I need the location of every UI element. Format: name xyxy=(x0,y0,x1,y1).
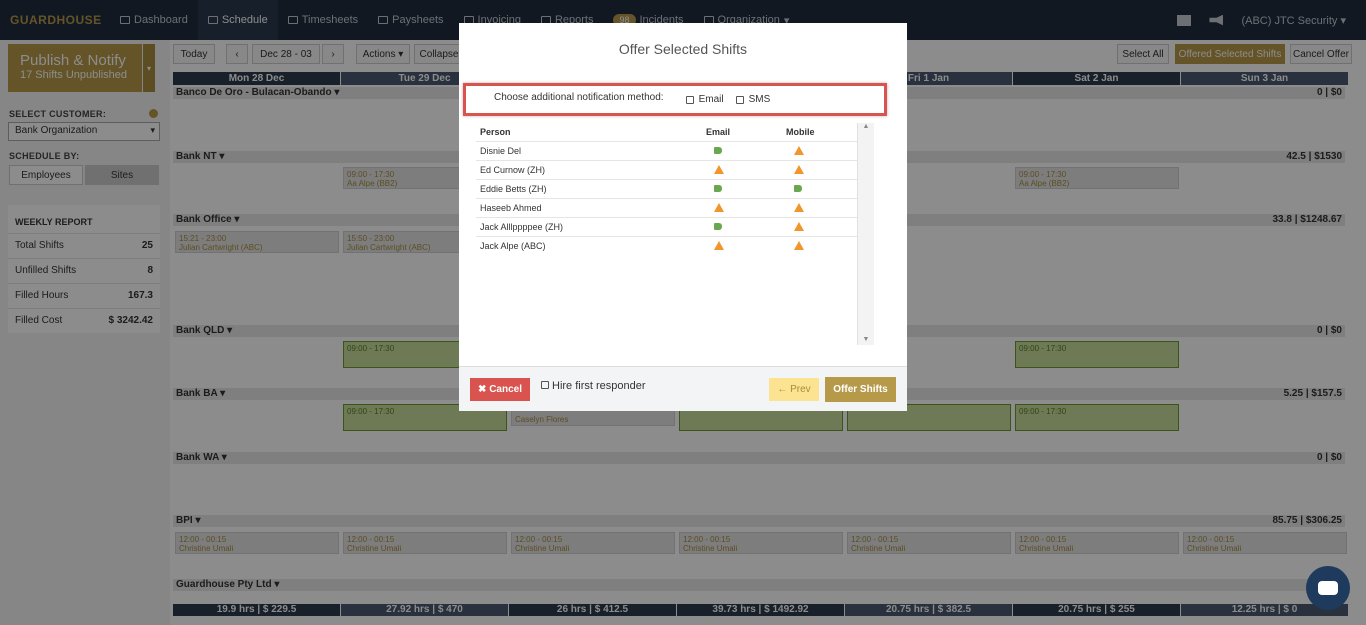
hire-first-label: Hire first responder xyxy=(552,380,646,392)
warning-icon xyxy=(794,165,804,174)
warning-icon xyxy=(714,241,724,250)
warning-icon xyxy=(794,222,804,231)
thumbs-up-icon xyxy=(714,223,722,230)
sms-checkbox[interactable] xyxy=(735,95,744,104)
scroll-up-icon[interactable]: ▲ xyxy=(858,123,874,130)
warning-icon xyxy=(714,203,724,212)
email-option-label: Email xyxy=(698,94,724,105)
table-row[interactable]: Ed Curnow (ZH) xyxy=(476,161,872,180)
person-name: Disnie Del xyxy=(480,146,522,156)
warning-icon xyxy=(794,146,804,155)
cancel-label: Cancel xyxy=(489,384,522,395)
sms-option-label: SMS xyxy=(748,94,771,105)
table-row[interactable]: Haseeb Ahmed xyxy=(476,199,872,218)
prev-button[interactable]: ← Prev xyxy=(769,378,819,401)
offer-shifts-button[interactable]: Offer Shifts xyxy=(825,377,896,402)
hire-first-responder[interactable]: Hire first responder xyxy=(541,380,646,392)
thumbs-up-icon xyxy=(714,185,722,192)
person-name: Eddie Betts (ZH) xyxy=(480,184,547,194)
person-name: Jack Alllppppee (ZH) xyxy=(480,222,564,232)
modal-footer: ✖ Cancel Hire first responder ← Prev Off… xyxy=(459,366,907,411)
col-person: Person xyxy=(480,127,511,137)
close-icon: ✖ xyxy=(478,384,490,395)
table-row[interactable]: Jack Alpe (ABC) xyxy=(476,237,872,256)
chat-icon xyxy=(1318,581,1338,595)
warning-icon xyxy=(714,165,724,174)
notify-label: Choose additional notification method: xyxy=(494,92,664,103)
table-row[interactable]: Jack Alllppppee (ZH) xyxy=(476,218,872,237)
table-row[interactable]: Eddie Betts (ZH) xyxy=(476,180,872,199)
warning-icon xyxy=(794,203,804,212)
table-row[interactable]: Disnie Del xyxy=(476,142,872,161)
person-name: Ed Curnow (ZH) xyxy=(480,165,546,175)
col-email: Email xyxy=(706,127,731,137)
prev-label: Prev xyxy=(790,384,811,395)
thumbs-up-icon xyxy=(794,185,802,192)
person-name: Jack Alpe (ABC) xyxy=(480,241,546,251)
offer-shifts-modal: Offer Selected Shifts Choose additional … xyxy=(459,23,907,411)
chat-widget-button[interactable] xyxy=(1306,566,1350,610)
warning-icon xyxy=(794,241,804,250)
person-name: Haseeb Ahmed xyxy=(480,203,542,213)
email-checkbox[interactable] xyxy=(685,95,694,104)
table-header: Person Email Mobile xyxy=(476,123,872,142)
people-table: Person Email Mobile Disnie Del Ed Curnow… xyxy=(476,123,874,345)
modal-title: Offer Selected Shifts xyxy=(618,41,748,57)
arrow-left-icon: ← xyxy=(777,384,791,395)
hire-first-checkbox[interactable] xyxy=(541,381,549,389)
notification-method-box: Choose additional notification method: E… xyxy=(463,83,887,116)
thumbs-up-icon xyxy=(714,147,722,154)
scroll-down-icon[interactable]: ▼ xyxy=(858,336,874,343)
cancel-button[interactable]: ✖ Cancel xyxy=(470,378,530,401)
table-scrollbar[interactable]: ▲ ▼ xyxy=(857,123,874,345)
col-mobile: Mobile xyxy=(786,127,815,137)
